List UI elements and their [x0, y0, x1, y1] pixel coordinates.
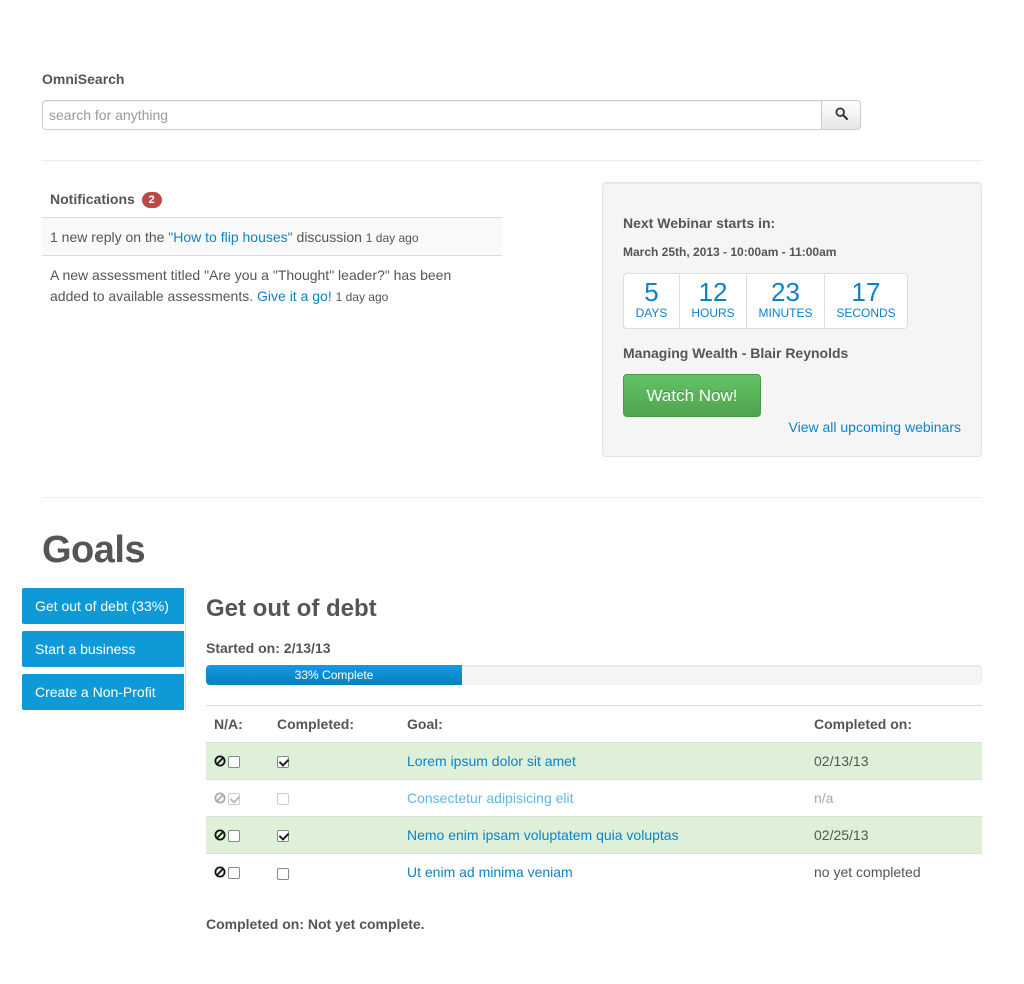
goal-tab-get-out-of-debt[interactable]: Get out of debt (33%) — [22, 588, 184, 624]
omnisearch-label: OmniSearch — [42, 71, 125, 87]
na-checkbox[interactable] — [228, 866, 240, 879]
countdown-minutes: 23 MINUTES — [747, 274, 825, 328]
goal-link[interactable]: Consectetur adipisicing elit — [407, 790, 574, 806]
webinar-title: Next Webinar starts in: — [623, 215, 776, 231]
completed-cell — [269, 853, 399, 891]
webinar-countdown: 5 DAYS 12 HOURS 23 MINUTES 17 SECONDS — [623, 273, 908, 329]
table-row: Ut enim ad minima veniam no yet completed — [206, 853, 982, 891]
goal-link[interactable]: Nemo enim ipsam voluptatem quia voluptas — [407, 827, 679, 843]
notification-item: A new assessment titled "Are you a "Thou… — [42, 256, 502, 317]
countdown-hours: 12 HOURS — [680, 274, 747, 328]
na-cell — [206, 853, 269, 891]
countdown-value: 17 — [851, 277, 881, 307]
goal-tab-start-a-business[interactable]: Start a business — [22, 631, 184, 667]
divider — [42, 497, 982, 498]
completed-on-cell: no yet completed — [806, 853, 982, 891]
completed-checkbox[interactable] — [277, 830, 289, 843]
goal-started-on: Started on: 2/13/13 — [206, 640, 331, 656]
notification-link[interactable]: Give it a go! — [257, 288, 332, 304]
countdown-value: 23 — [771, 277, 800, 307]
webinar-panel: Next Webinar starts in: March 25th, 2013… — [602, 182, 982, 457]
goal-title: Get out of debt — [206, 595, 377, 622]
table-row: Nemo enim ipsam voluptatem quia voluptas… — [206, 816, 982, 854]
table-header-row: N/A: Completed: Goal: Completed on: — [206, 705, 982, 743]
completed-on-cell: 02/25/13 — [806, 816, 982, 854]
column-header-completed-on: Completed on: — [806, 705, 982, 743]
table-row: Consectetur adipisicing elit n/a — [206, 779, 982, 817]
notification-text: discussion — [292, 229, 366, 245]
goal-cell: Nemo enim ipsam voluptatem quia voluptas — [399, 816, 806, 854]
watch-now-button[interactable]: Watch Now! — [623, 374, 761, 417]
not-applicable-icon — [214, 791, 226, 807]
na-cell — [206, 816, 269, 854]
completed-cell — [269, 742, 399, 780]
goal-tabs: Get out of debt (33%) Start a business C… — [22, 588, 186, 710]
column-header-goal: Goal: — [399, 705, 806, 743]
notification-time: 1 day ago — [335, 290, 389, 304]
goal-link[interactable]: Lorem ipsum dolor sit amet — [407, 753, 576, 769]
goals-heading: Goals — [42, 529, 146, 571]
notification-text: A new assessment titled "Are you a "Thou… — [50, 267, 452, 304]
not-applicable-icon — [214, 754, 226, 770]
goal-detail: Get out of debt Started on: 2/13/13 33% … — [206, 592, 982, 891]
webinar-date: March 25th, 2013 - 10:00am - 11:00am — [623, 245, 837, 259]
countdown-unit: HOURS — [691, 306, 735, 320]
completed-checkbox[interactable] — [277, 756, 289, 769]
search-icon — [834, 107, 848, 123]
not-applicable-icon — [214, 865, 226, 881]
goal-link[interactable]: Ut enim ad minima veniam — [407, 864, 573, 880]
countdown-value: 12 — [698, 277, 728, 307]
countdown-days: 5 DAYS — [624, 274, 680, 328]
completed-cell — [269, 779, 399, 817]
countdown-unit: SECONDS — [836, 306, 896, 320]
completed-checkbox[interactable] — [277, 793, 289, 806]
view-all-webinars-link[interactable]: View all upcoming webinars — [789, 419, 962, 435]
na-cell — [206, 779, 269, 817]
notification-link[interactable]: "How to flip houses" — [168, 229, 292, 245]
notifications-panel: Notifications 2 1 new reply on the "How … — [42, 182, 502, 317]
column-header-na: N/A: — [206, 705, 269, 743]
na-checkbox[interactable] — [228, 755, 240, 768]
notifications-header: Notifications 2 — [42, 182, 502, 218]
na-checkbox[interactable] — [228, 829, 240, 842]
notifications-title: Notifications — [50, 191, 135, 207]
goal-cell: Consectetur adipisicing elit — [399, 779, 806, 817]
goal-progress-bar: 33% Complete — [206, 665, 463, 685]
countdown-unit: DAYS — [635, 306, 668, 320]
search-input[interactable] — [42, 100, 821, 130]
countdown-value: 5 — [644, 277, 659, 307]
goal-table: N/A: Completed: Goal: Completed on: Lore… — [206, 705, 982, 891]
completed-on-cell: 02/13/13 — [806, 742, 982, 780]
goal-progress: 33% Complete — [206, 665, 982, 685]
table-row: Lorem ipsum dolor sit amet 02/13/13 — [206, 742, 982, 780]
notification-text: 1 new reply on the — [50, 229, 169, 245]
notification-time: 1 day ago — [365, 231, 419, 245]
not-applicable-icon — [214, 828, 226, 844]
goal-completed-summary: Completed on: Not yet complete. — [206, 916, 425, 932]
search-button[interactable] — [821, 100, 861, 130]
notification-item: 1 new reply on the "How to flip houses" … — [42, 218, 502, 256]
omnisearch-bar — [42, 100, 861, 130]
notifications-count-badge: 2 — [141, 192, 162, 208]
na-cell — [206, 742, 269, 780]
webinar-speaker: Managing Wealth - Blair Reynolds — [623, 345, 849, 361]
na-checkbox[interactable] — [228, 792, 240, 805]
completed-on-cell: n/a — [806, 779, 982, 817]
goal-tab-create-non-profit[interactable]: Create a Non-Profit — [22, 674, 184, 710]
goal-cell: Ut enim ad minima veniam — [399, 853, 806, 891]
completed-cell — [269, 816, 399, 854]
goal-cell: Lorem ipsum dolor sit amet — [399, 742, 806, 780]
divider — [42, 160, 982, 161]
countdown-seconds: 17 SECONDS — [825, 274, 907, 328]
completed-checkbox[interactable] — [277, 867, 289, 880]
column-header-completed: Completed: — [269, 705, 399, 743]
countdown-unit: MINUTES — [758, 306, 813, 320]
